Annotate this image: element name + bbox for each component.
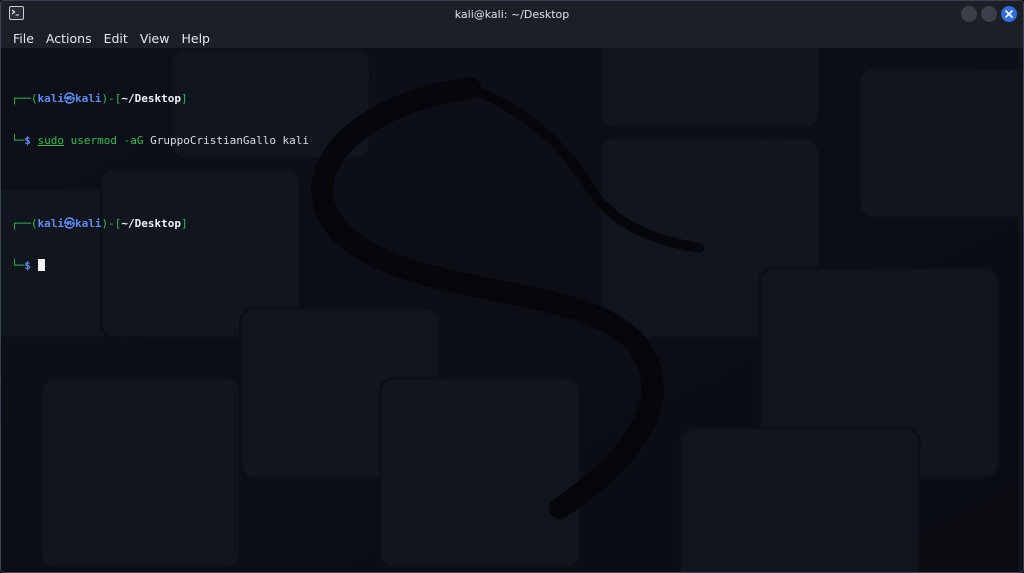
command-arguments: GruppoCristianGallo kali [143, 134, 310, 147]
window-title: kali@kali: ~/Desktop [454, 8, 570, 21]
prompt-corner: ┌──( [11, 92, 38, 105]
terminal-output: ┌──(kali㉿kali)-[~/Desktop] └─$ sudo user… [11, 64, 309, 301]
prompt-path: ~/Desktop [121, 92, 181, 105]
maximize-icon [985, 10, 993, 18]
prompt-line-1: ┌──(kali㉿kali)-[~/Desktop] [11, 92, 309, 106]
prompt-host: kali [75, 92, 102, 105]
prompt-path: ~/Desktop [121, 217, 181, 230]
prompt-at-symbol: ㉿ [64, 217, 75, 230]
command-subcommand: usermod [64, 134, 117, 147]
command-line-2: └─$ [11, 259, 309, 273]
prompt-bracket: ] [180, 92, 188, 105]
prompt-separator: )-[ [101, 92, 122, 105]
prompt-at-symbol: ㉿ [64, 92, 75, 105]
prompt-line-2: ┌──(kali㉿kali)-[~/Desktop] [11, 217, 309, 231]
prompt-bracket: ] [180, 217, 188, 230]
minimize-icon [965, 10, 973, 18]
menu-edit[interactable]: Edit [104, 31, 128, 46]
prompt-separator: )-[ [101, 217, 122, 230]
menu-actions[interactable]: Actions [46, 31, 92, 46]
prompt-host: kali [75, 217, 102, 230]
window-controls [961, 6, 1017, 22]
terminal-icon [9, 6, 24, 20]
scrollbar[interactable] [1018, 48, 1022, 572]
menu-file[interactable]: File [13, 31, 34, 46]
prompt-user: kali [37, 217, 65, 230]
prompt-corner: └─ [11, 259, 25, 272]
prompt-dollar: $ [24, 259, 38, 272]
menu-help[interactable]: Help [181, 31, 210, 46]
command-name: sudo [37, 134, 65, 147]
menu-view[interactable]: View [140, 31, 170, 46]
minimize-button[interactable] [961, 6, 977, 22]
text-cursor [37, 259, 45, 271]
command-option: -aG [116, 134, 144, 147]
terminal-window: kali@kali: ~/Desktop File Actions Edit V… [0, 0, 1024, 573]
maximize-button[interactable] [981, 6, 997, 22]
menu-bar: File Actions Edit View Help [1, 28, 1023, 48]
close-icon [1005, 10, 1013, 18]
title-bar[interactable]: kali@kali: ~/Desktop [1, 1, 1023, 28]
prompt-corner: └─ [11, 134, 25, 147]
command-line-1: └─$ sudo usermod -aG GruppoCristianGallo… [11, 134, 309, 148]
terminal-area[interactable]: ┌──(kali㉿kali)-[~/Desktop] └─$ sudo user… [1, 48, 1023, 572]
prompt-corner: ┌──( [11, 217, 38, 230]
prompt-user: kali [37, 92, 65, 105]
close-button[interactable] [1001, 6, 1017, 22]
prompt-dollar: $ [24, 134, 38, 147]
